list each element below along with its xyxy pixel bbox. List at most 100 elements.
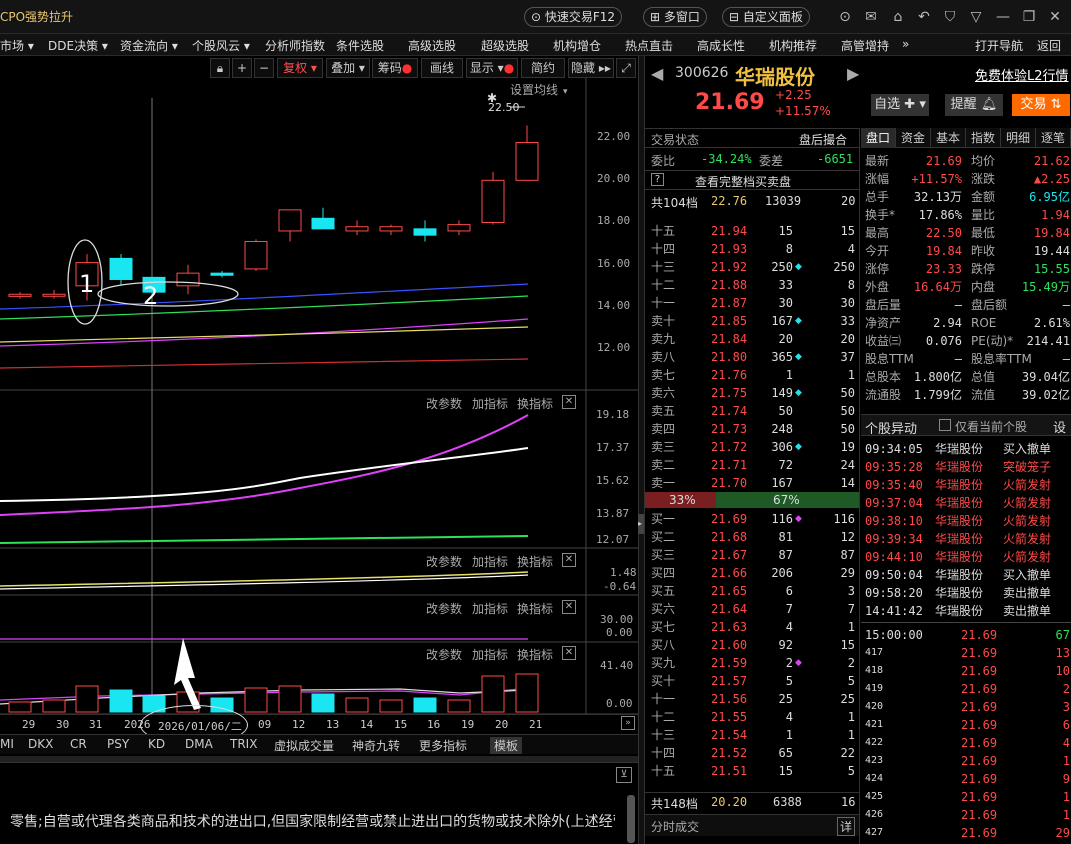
buys-row[interactable]: 买三 21.67 87 87 bbox=[645, 546, 859, 564]
home-icon[interactable]: ⌂ bbox=[889, 8, 907, 26]
huaxian-button[interactable]: 画线 bbox=[421, 58, 463, 78]
alert-button[interactable]: 提醒 🔔︎ bbox=[945, 94, 1003, 116]
movement-row[interactable]: 09:34:05 华瑞股份 买入撤单 bbox=[861, 440, 1071, 458]
movement-row[interactable]: 09:44:10 华瑞股份 火箭发射 bbox=[861, 548, 1071, 566]
indicator-tab[interactable]: 神奇九转 bbox=[352, 737, 400, 754]
sells-row[interactable]: 卖十 21.85 167 ◆ 33 bbox=[645, 312, 859, 330]
movement-row[interactable]: 09:58:20 华瑞股份 卖出撤单 bbox=[861, 584, 1071, 602]
movement-row[interactable]: 09:37:04 华瑞股份 火箭发射 bbox=[861, 494, 1071, 512]
menu-item[interactable]: 高成长性 bbox=[697, 37, 745, 54]
panel-toggle-icon[interactable]: ⊻ bbox=[616, 767, 632, 783]
p3-change-params[interactable]: 改参数 bbox=[426, 600, 462, 617]
chouma-button[interactable]: 筹码● bbox=[372, 58, 418, 78]
movement-row[interactable]: 09:35:28 华瑞股份 突破笼子 bbox=[861, 458, 1071, 476]
fullscreen-icon[interactable]: ⤢ bbox=[616, 58, 636, 78]
sells-row[interactable]: 十三 21.92 250 ◆ 250 bbox=[645, 258, 859, 276]
p4-change-params[interactable]: 改参数 bbox=[426, 646, 462, 663]
menu-item[interactable]: DDE决策 ▾ bbox=[48, 37, 108, 54]
yincang-button[interactable]: 隐藏 ▸▸ bbox=[568, 58, 614, 78]
multi-window-button[interactable]: ⊞ 多窗口 bbox=[643, 7, 707, 27]
menu-item[interactable]: 机构推荐 bbox=[769, 37, 817, 54]
buys-row[interactable]: 买九 21.59 2 ◆ 2 bbox=[645, 654, 859, 672]
sells-row[interactable]: 卖二 21.71 72 24 bbox=[645, 456, 859, 474]
sells-row[interactable]: 十四 21.93 8 4 bbox=[645, 240, 859, 258]
sells-row[interactable]: 卖六 21.75 149 ◆ 50 bbox=[645, 384, 859, 402]
next-stock-icon[interactable]: ▶ bbox=[847, 64, 859, 83]
menu-item[interactable]: 返回 bbox=[1037, 37, 1061, 54]
menu-item[interactable]: 资金流向 ▾ bbox=[120, 37, 178, 54]
indicator-tab[interactable]: 模板 bbox=[490, 737, 523, 754]
add-watchlist-button[interactable]: 自选 ✚ ▾ bbox=[871, 94, 929, 116]
menu-item[interactable]: 机构增仓 bbox=[553, 37, 601, 54]
menu-item[interactable]: 分析师指数 bbox=[265, 37, 325, 54]
plus-icon[interactable]: + bbox=[232, 58, 252, 78]
fuquan-button[interactable]: 复权 ▾ bbox=[277, 58, 323, 78]
p2-switch-indicator[interactable]: 换指标 bbox=[517, 553, 553, 570]
minus-icon[interactable]: − bbox=[254, 58, 274, 78]
p4-switch-indicator[interactable]: 换指标 bbox=[517, 646, 553, 663]
quote-tab[interactable]: 盘口 bbox=[861, 128, 896, 148]
indicator-tab[interactable]: MI bbox=[0, 737, 14, 751]
menu-item[interactable]: » bbox=[902, 37, 909, 51]
movement-row[interactable]: 09:50:04 华瑞股份 买入撤单 bbox=[861, 566, 1071, 584]
detail-button[interactable]: 详 bbox=[837, 817, 856, 836]
mail-icon[interactable]: ✉ bbox=[862, 8, 880, 26]
sells-row[interactable]: 十五 21.94 15 15 bbox=[645, 222, 859, 240]
user-icon[interactable]: ⊙ bbox=[836, 8, 854, 26]
menu-item[interactable]: 条件选股 bbox=[336, 37, 384, 54]
p1-change-params[interactable]: 改参数 bbox=[426, 395, 462, 412]
p2-change-params[interactable]: 改参数 bbox=[426, 553, 462, 570]
quick-trade-button[interactable]: ⊙ 快速交易F12 bbox=[524, 7, 623, 27]
indicator-tab[interactable]: DKX bbox=[28, 737, 53, 751]
buys-row[interactable]: 十五 21.51 15 5 bbox=[645, 762, 859, 780]
prev-stock-icon[interactable]: ◀ bbox=[651, 64, 663, 83]
movement-row[interactable]: 14:41:42 华瑞股份 卖出撤单 bbox=[861, 602, 1071, 620]
p4-add-indicator[interactable]: 加指标 bbox=[472, 646, 508, 663]
menu-item[interactable]: 超级选股 bbox=[481, 37, 529, 54]
menu-item[interactable]: 热点直击 bbox=[625, 37, 673, 54]
scrollbar[interactable] bbox=[627, 795, 635, 843]
indicator-tab[interactable]: CR bbox=[70, 737, 87, 751]
buys-row[interactable]: 十三 21.54 1 1 bbox=[645, 726, 859, 744]
movement-row[interactable]: 09:35:40 华瑞股份 火箭发射 bbox=[861, 476, 1071, 494]
sells-row[interactable]: 卖九 21.84 20 20 bbox=[645, 330, 859, 348]
indicator-tab[interactable]: PSY bbox=[107, 737, 129, 751]
p3-switch-indicator[interactable]: 换指标 bbox=[517, 600, 553, 617]
full-orderbook-button[interactable]: ? 查看完整档买卖盘 bbox=[645, 170, 859, 190]
buys-row[interactable]: 买五 21.65 6 3 bbox=[645, 582, 859, 600]
menu-item[interactable]: 个股风云 ▾ bbox=[192, 37, 250, 54]
close-icon[interactable]: ✕ bbox=[1046, 8, 1064, 26]
p3-close-icon[interactable]: ✕ bbox=[562, 600, 576, 614]
quote-tab[interactable]: 资金 bbox=[896, 128, 931, 148]
indicator-tab[interactable]: 虚拟成交量 bbox=[274, 737, 334, 754]
buys-row[interactable]: 买八 21.60 92 15 bbox=[645, 636, 859, 654]
custom-panel-button[interactable]: ⊟ 自定义面板 bbox=[722, 7, 810, 27]
buys-row[interactable]: 十一 21.56 25 25 bbox=[645, 690, 859, 708]
free-l2-link[interactable]: 免费体验L2行情 bbox=[975, 65, 1069, 84]
xianshi-button[interactable]: 显示 ▾● bbox=[466, 58, 518, 78]
menu-item[interactable]: 市场 ▾ bbox=[0, 37, 34, 54]
sells-row[interactable]: 卖四 21.73 248 50 bbox=[645, 420, 859, 438]
quote-tab[interactable]: 明细 bbox=[1001, 128, 1036, 148]
buys-row[interactable]: 买六 21.64 7 7 bbox=[645, 600, 859, 618]
sells-row[interactable]: 卖七 21.76 1 1 bbox=[645, 366, 859, 384]
sells-row[interactable]: 卖八 21.80 365 ◆ 37 bbox=[645, 348, 859, 366]
menu-item[interactable]: 高管增持 bbox=[841, 37, 889, 54]
movement-row[interactable]: 09:39:34 华瑞股份 火箭发射 bbox=[861, 530, 1071, 548]
settings-button[interactable]: 设 bbox=[1053, 417, 1066, 436]
indicator-tab[interactable]: 更多指标 bbox=[419, 737, 467, 754]
buys-row[interactable]: 买二 21.68 81 12 bbox=[645, 528, 859, 546]
indicator-tab[interactable]: TRIX bbox=[230, 737, 257, 751]
quote-tab[interactable]: 逐笔 bbox=[1036, 128, 1071, 148]
sells-row[interactable]: 卖三 21.72 306 ◆ 19 bbox=[645, 438, 859, 456]
indicator-tab[interactable]: KD bbox=[148, 737, 165, 751]
p2-close-icon[interactable]: ✕ bbox=[562, 553, 576, 567]
quote-tab[interactable]: 基本 bbox=[931, 128, 966, 148]
buys-row[interactable]: 买七 21.63 4 1 bbox=[645, 618, 859, 636]
buys-row[interactable]: 十四 21.52 65 22 bbox=[645, 744, 859, 762]
only-current-checkbox[interactable] bbox=[939, 419, 951, 431]
shirt-icon[interactable]: ⛉ bbox=[941, 8, 959, 26]
buys-row[interactable]: 买四 21.66 206 29 bbox=[645, 564, 859, 582]
restore-icon[interactable]: ❐ bbox=[1020, 8, 1038, 26]
quote-tab[interactable]: 指数 bbox=[966, 128, 1001, 148]
